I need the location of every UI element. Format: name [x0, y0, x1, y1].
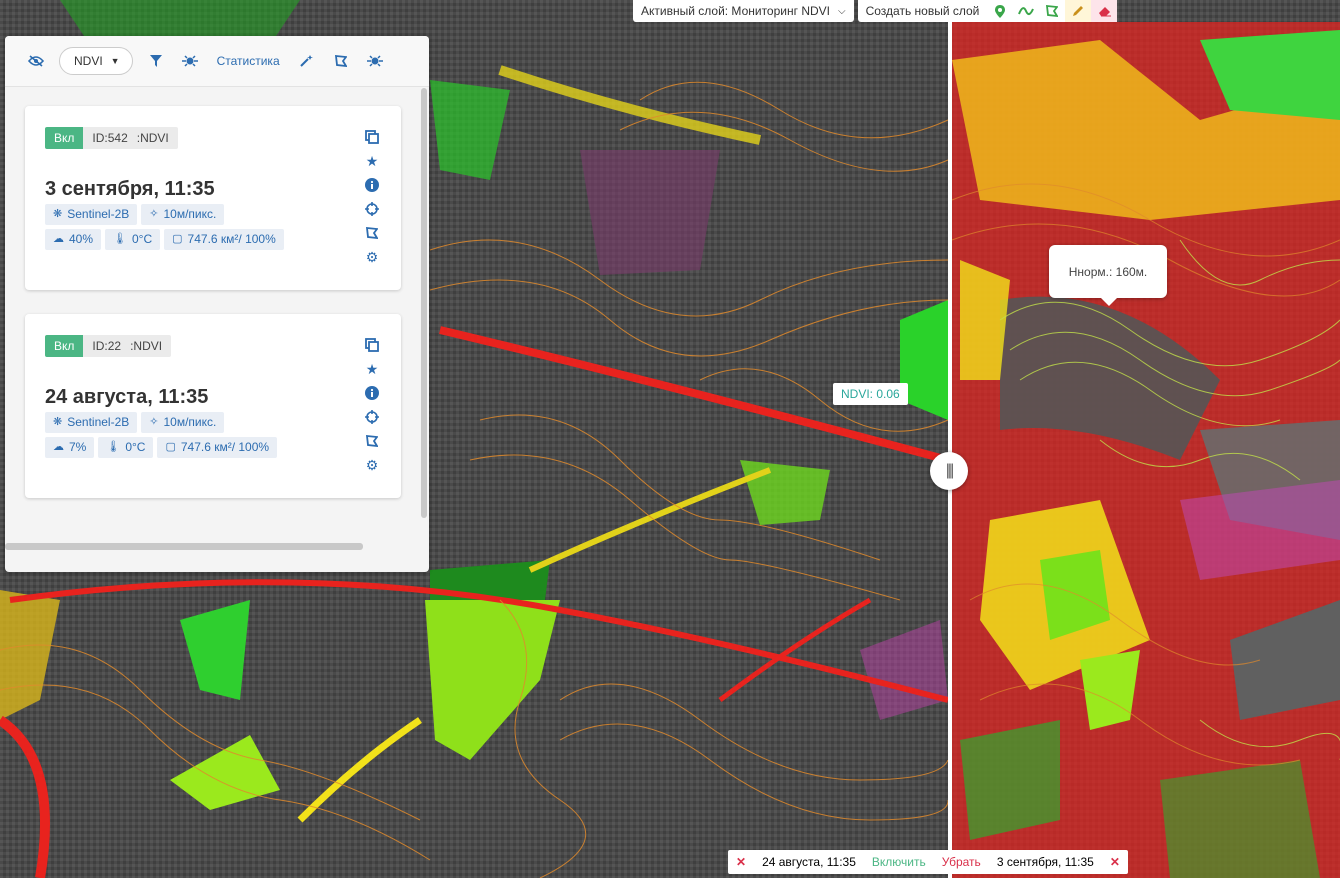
chevron-down-icon: ▼	[110, 56, 120, 66]
index-select[interactable]: NDVI ▼	[59, 47, 133, 75]
satellite-name: Sentinel-2B	[67, 207, 130, 221]
polygon-icon[interactable]	[1039, 0, 1065, 22]
snapshot-index: :NDVI	[130, 335, 172, 357]
polygon-icon[interactable]	[363, 224, 381, 242]
snapshot-card[interactable]: Вкл ID:542 :NDVI 3 сентября, 11:35 ❋ Sent…	[25, 106, 401, 290]
temperature-chip: 🌡 0°C	[98, 437, 154, 458]
snapshot-meta-row: ☁ 7% 🌡 0°C ▢ 747.6 км²/ 100%	[45, 437, 278, 458]
map-pin-icon[interactable]	[987, 0, 1013, 22]
cloud-icon: ☁	[53, 233, 64, 245]
snapshot-index: :NDVI	[136, 127, 178, 149]
ndvi-value-tooltip: NDVI: 0.06	[833, 383, 908, 405]
satellite-icon[interactable]	[173, 46, 207, 76]
area-icon: ▢	[165, 441, 176, 453]
satellite-name: Sentinel-2B	[67, 415, 130, 429]
polygon-icon[interactable]	[363, 432, 381, 450]
eye-off-icon[interactable]	[19, 46, 53, 76]
temperature-value: 0°C	[132, 232, 153, 246]
cloud-icon: ☁	[53, 441, 64, 453]
cloud-chip: ☁ 7%	[45, 437, 95, 458]
snapshot-actions: ★ ⚙	[363, 128, 381, 266]
snapshot-card[interactable]: Вкл ID:22 :NDVI 24 августа, 11:35 ❋ Senti…	[25, 314, 401, 498]
satellite-icon[interactable]	[358, 46, 392, 76]
satellite-icon: ❋	[53, 416, 63, 428]
area-value: 747.6 км²/ 100%	[180, 440, 270, 454]
snapshot-meta-row: ❋ Sentinel-2B ✧ 10м/пикс.	[45, 412, 225, 433]
gears-icon[interactable]: ⚙	[363, 248, 381, 266]
compare-divider[interactable]	[948, 22, 952, 878]
resolution-icon: ✧	[149, 208, 159, 220]
resolution-icon: ✧	[149, 416, 159, 428]
close-left-icon[interactable]: ✕	[728, 855, 754, 869]
cloud-value: 40%	[69, 232, 94, 246]
thermometer-icon: 🌡	[106, 441, 121, 453]
vertical-scrollbar[interactable]	[421, 88, 427, 518]
snapshot-list: Вкл ID:542 :NDVI 3 сентября, 11:35 ❋ Sent…	[25, 106, 401, 522]
compare-bar: ✕ 24 августа, 11:35 Включить Убрать 3 се…	[728, 850, 1128, 874]
create-layer-button[interactable]: Создать новый слой	[858, 4, 988, 18]
horizontal-scrollbar[interactable]	[5, 543, 363, 550]
statistics-link[interactable]: Статистика	[207, 54, 290, 68]
temperature-value: 0°C	[125, 440, 146, 454]
polygon-icon[interactable]	[324, 46, 358, 76]
top-toolbar: Активный слой: Мониторинг NDVI ⌵ Создать…	[633, 0, 1118, 22]
chevron-down-icon: ⌵	[838, 5, 846, 17]
status-badge[interactable]: Вкл	[45, 335, 84, 357]
snapshot-actions: ★ ⚙	[363, 336, 381, 474]
copy-icon[interactable]	[363, 128, 381, 146]
pencil-icon[interactable]	[1065, 0, 1092, 22]
thermometer-icon: 🌡	[113, 233, 127, 245]
satellite-chip: ❋ Sentinel-2B	[45, 204, 138, 225]
star-icon[interactable]: ★	[363, 152, 381, 170]
snapshot-meta-row: ☁ 40% 🌡 0°C ▢ 747.6 км²/ 100%	[45, 229, 284, 250]
resolution-value: 10м/пикс.	[163, 207, 217, 221]
snapshot-id: ID:542	[83, 127, 137, 149]
active-layer-label: Активный слой: Мониторинг NDVI	[641, 4, 830, 18]
snapshot-id: ID:22	[83, 335, 131, 357]
panel-toolbar: NDVI ▼ Статистика	[5, 36, 429, 87]
eraser-icon[interactable]	[1091, 0, 1118, 22]
area-value: 747.6 км²/ 100%	[187, 232, 276, 246]
area-icon: ▢	[172, 233, 183, 245]
area-chip: ▢ 747.6 км²/ 100%	[157, 437, 278, 458]
compare-right-date: 3 сентября, 11:35	[996, 855, 1094, 869]
draw-tools: Создать новый слой	[857, 0, 1118, 22]
resolution-chip: ✧ 10м/пикс.	[141, 412, 225, 433]
crosshair-icon[interactable]	[363, 200, 381, 218]
cloud-value: 7%	[69, 440, 87, 454]
close-right-icon[interactable]: ✕	[1102, 855, 1128, 869]
snapshot-date: 3 сентября, 11:35	[45, 178, 215, 200]
satellite-icon: ❋	[53, 208, 63, 220]
line-icon[interactable]	[1013, 0, 1039, 22]
info-icon[interactable]	[363, 384, 381, 402]
temperature-chip: 🌡 0°C	[105, 229, 161, 250]
cloud-chip: ☁ 40%	[45, 229, 102, 250]
snapshot-tags: Вкл ID:22 :NDVI	[45, 335, 172, 357]
star-icon[interactable]: ★	[363, 360, 381, 378]
remove-button[interactable]: Убрать	[934, 855, 989, 869]
compare-slider-handle[interactable]: |||	[930, 452, 968, 490]
norm-popup-text: Нн​орм.: 160м.	[1068, 264, 1148, 279]
gears-icon[interactable]: ⚙	[363, 456, 381, 474]
snapshot-tags: Вкл ID:542 :NDVI	[45, 127, 178, 149]
crosshair-icon[interactable]	[363, 408, 381, 426]
enable-button[interactable]: Включить	[864, 855, 934, 869]
compare-left-date: 24 августа, 11:35	[762, 855, 856, 869]
index-select-value: NDVI	[74, 54, 103, 68]
filter-icon[interactable]	[139, 46, 173, 76]
resolution-chip: ✧ 10м/пикс.	[141, 204, 225, 225]
copy-icon[interactable]	[363, 336, 381, 354]
status-badge[interactable]: Вкл	[45, 127, 84, 149]
snapshot-date: 24 августа, 11:35	[45, 386, 209, 408]
snapshot-meta-row: ❋ Sentinel-2B ✧ 10м/пикс.	[45, 204, 225, 225]
satellite-chip: ❋ Sentinel-2B	[45, 412, 138, 433]
resolution-value: 10м/пикс.	[163, 415, 217, 429]
info-icon[interactable]	[363, 176, 381, 194]
area-chip: ▢ 747.6 км²/ 100%	[164, 229, 284, 250]
magic-wand-icon[interactable]	[290, 46, 324, 76]
snapshots-panel: NDVI ▼ Статистика Вкл ID:542 :NDVI 3 сен…	[5, 36, 429, 572]
norm-popup: Нн​орм.: 160м.	[1049, 245, 1167, 306]
active-layer-select[interactable]: Активный слой: Мониторинг NDVI ⌵	[633, 0, 854, 22]
